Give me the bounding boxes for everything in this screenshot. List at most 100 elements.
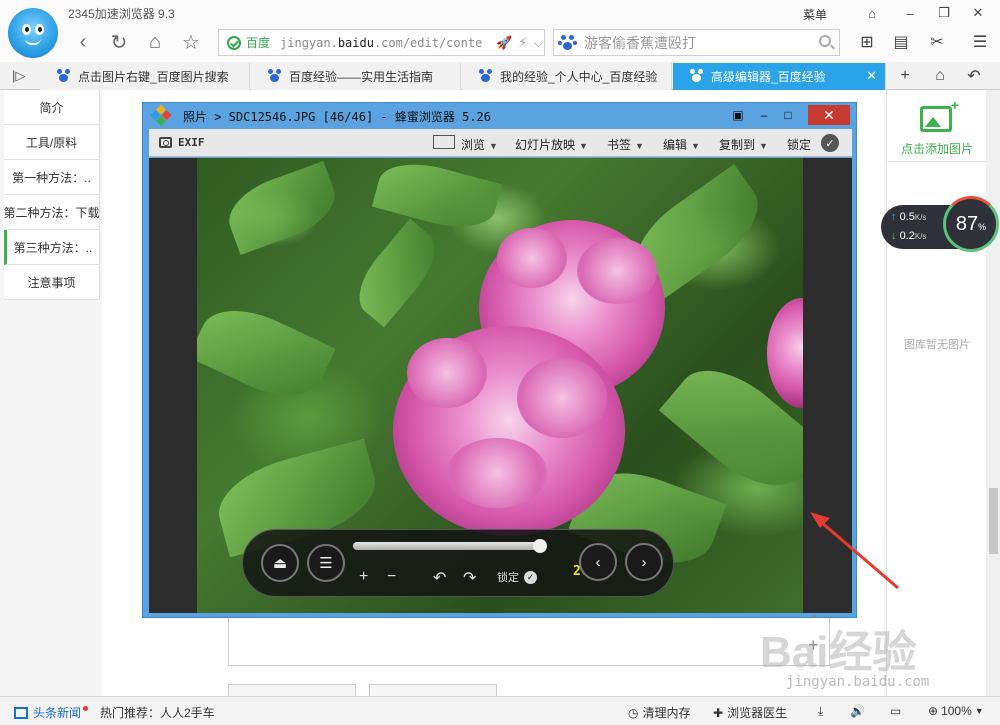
baidu-paw-icon — [56, 68, 72, 85]
apps-grid-icon[interactable]: ⊞ — [855, 30, 879, 54]
close-button[interactable]: ✕ — [966, 4, 990, 22]
viewer-minimize-button[interactable]: – — [753, 106, 775, 124]
minimize-button[interactable]: – — [898, 4, 922, 22]
address-site-label: 百度 — [246, 36, 271, 50]
memory-gauge[interactable]: 87% — [943, 196, 999, 252]
progress-knob[interactable] — [533, 539, 547, 553]
watermark-text: Bai经验 — [760, 628, 917, 677]
baidu-paw-icon — [478, 68, 494, 85]
viewer-close-button[interactable]: ✕ — [808, 105, 850, 125]
outline-item-tools[interactable]: 工具/原料 — [4, 125, 99, 160]
zoom-icon: ⊕ — [928, 704, 939, 718]
tab-baidu-jingyan[interactable]: 百度经验——实用生活指南 — [251, 63, 461, 90]
undo-close-icon[interactable]: ↶ — [962, 64, 986, 88]
lock-check-icon[interactable]: ✓ — [821, 134, 839, 152]
camera-icon — [159, 137, 172, 148]
refresh-icon[interactable]: ↻ — [106, 29, 132, 55]
baidu-paw-icon — [689, 68, 705, 85]
photo-viewer-window: 照片 > SDC12546.JPG [46/46] - 蜂蜜浏览器 5.26 ▣… — [142, 102, 857, 618]
baidu-jingyan-watermark: Bai经验 jingyan.baidu.com — [760, 614, 970, 696]
tab-my-jingyan[interactable]: 我的经验_个人中心_百度经验 — [462, 63, 672, 90]
new-tab-icon[interactable]: + — [893, 64, 917, 88]
search-box[interactable]: 游客偷香蕉遭殴打 — [553, 29, 840, 56]
step-editor-box[interactable] — [228, 610, 830, 666]
previous-image-icon[interactable]: ‹ — [579, 543, 617, 581]
rotate-left-icon[interactable]: ↶ — [433, 568, 446, 588]
home-icon[interactable]: ⌂ — [142, 29, 168, 55]
search-icon[interactable] — [819, 35, 831, 47]
address-dropdown-icon[interactable]: ⌵ — [533, 35, 543, 51]
headline-news-button[interactable]: 头条新闻 — [14, 704, 89, 721]
viewer-logo-icon — [150, 104, 173, 128]
settings-icon[interactable]: ☰ — [968, 30, 992, 54]
image-progress-slider[interactable] — [353, 539, 547, 553]
exif-button[interactable]: EXIF — [159, 136, 205, 149]
player-lock[interactable]: 锁定 ✓ — [497, 569, 537, 585]
tab-image-search[interactable]: 点击图片右键_百度图片搜索 — [40, 63, 250, 90]
outline-item-method-2[interactable]: 第二种方法：下载 — [4, 195, 99, 230]
news-badge — [83, 706, 89, 711]
baidu-paw-icon — [267, 68, 283, 85]
reader-icon[interactable]: ▤ — [889, 30, 913, 54]
zoom-in-icon[interactable]: + — [359, 568, 368, 586]
page-scrollbar[interactable] — [986, 90, 1000, 696]
browser-titlebar: 2345加速浏览器 9.3 ‹ ↻ ⌂ ☆ 百度 jingyan.baidu.c… — [0, 0, 1000, 62]
back-icon[interactable]: ‹ — [70, 29, 96, 55]
image-panel: 点击添加图片 图库暂无图片 — [886, 90, 987, 696]
download-speed: ↓ 0.2K/s — [891, 230, 927, 242]
tab-label: 点击图片右键_百度图片搜索 — [78, 70, 229, 84]
outline-item-notes[interactable]: 注意事项 — [4, 265, 99, 300]
viewer-titlebar[interactable]: 照片 > SDC12546.JPG [46/46] - 蜂蜜浏览器 5.26 ▣… — [143, 103, 856, 129]
tab-bar: |▷ 点击图片右键_百度图片搜索 百度经验——实用生活指南 我的经验_个人中心_… — [0, 62, 1000, 90]
tab-label: 我的经验_个人中心_百度经验 — [500, 70, 658, 84]
tab-label: 百度经验——实用生活指南 — [289, 70, 434, 84]
list-menu-icon[interactable]: ☰ — [307, 544, 345, 582]
zoom-control[interactable]: ⊕ 100% ▼ — [928, 704, 984, 718]
eject-icon[interactable]: ⏏ — [261, 544, 299, 582]
sidebar-toggle-icon[interactable]: |▷ — [12, 68, 25, 84]
viewer-toolbar: EXIF 浏览 ▼ 幻灯片放映 ▼ 书签 ▼ 编辑 ▼ 复制到 ▼ 锁定 ✓ — [149, 129, 852, 157]
outline-item-method-1[interactable]: 第一种方法：.. — [4, 160, 99, 195]
clean-memory-button[interactable]: ◷ 清理内存 — [628, 704, 691, 721]
address-bar[interactable]: 百度 jingyan.baidu.com/edit/conte 🚀 ⚡ ⌵ — [218, 29, 545, 56]
search-input[interactable]: 游客偷香蕉遭殴打 — [584, 33, 696, 53]
hot-recommend-link[interactable]: 热门推荐：人人2手车 — [100, 704, 215, 721]
progress-fill — [353, 542, 540, 550]
fit-window-icon[interactable] — [433, 135, 455, 149]
maximize-button[interactable]: ❐ — [932, 4, 956, 22]
download-icon[interactable]: ⤓ — [818, 704, 823, 719]
viewer-maximize-button[interactable]: □ — [777, 106, 799, 124]
extension-icon[interactable]: ⌂ — [928, 64, 952, 88]
address-url[interactable]: jingyan.baidu.com/edit/conte — [280, 36, 490, 50]
skin-icon[interactable]: ⌂ — [860, 4, 884, 22]
volume-icon[interactable]: 🔊 — [850, 704, 865, 718]
viewer-player-bar: ⏏ ☰ + − ↶ ↷ 锁定✓ 2? 36 ‹ › — [242, 529, 674, 597]
annotation-arrow — [810, 512, 899, 590]
outline-item-method-3[interactable]: 第三种方法：.. — [4, 230, 99, 265]
menu-lock[interactable]: 锁定 — [787, 136, 811, 153]
menu-edit[interactable]: 编辑 ▼ — [663, 136, 700, 153]
browser-doctor-button[interactable]: ✚ 浏览器医生 — [713, 704, 787, 721]
rocket-icon[interactable]: 🚀 — [496, 35, 512, 51]
lightning-icon[interactable]: ⚡ — [518, 35, 527, 51]
add-image-button[interactable]: 点击添加图片 — [887, 90, 987, 162]
menu-button[interactable]: 菜单 — [803, 6, 827, 23]
scrollbar-thumb[interactable] — [989, 488, 998, 554]
menu-slideshow[interactable]: 幻灯片放映 ▼ — [515, 136, 588, 153]
secure-shield-icon — [227, 35, 241, 50]
screen-icon[interactable]: ▭ — [890, 704, 901, 718]
menu-copy-to[interactable]: 复制到 ▼ — [719, 136, 768, 153]
next-image-icon[interactable]: › — [625, 543, 663, 581]
outline-item-intro[interactable]: 简介 — [4, 90, 99, 125]
favorite-star-icon[interactable]: ☆ — [178, 29, 204, 55]
watermark-url: jingyan.baidu.com — [786, 674, 930, 690]
menu-bookmark[interactable]: 书签 ▼ — [607, 136, 644, 153]
tab-advanced-editor[interactable]: 高级编辑器_百度经验 ✕ — [673, 63, 886, 90]
viewer-title: 照片 > SDC12546.JPG [46/46] - 蜂蜜浏览器 5.26 — [183, 109, 491, 124]
viewer-fullscreen-icon[interactable]: ▣ — [727, 106, 749, 124]
zoom-out-icon[interactable]: − — [387, 568, 396, 586]
rotate-right-icon[interactable]: ↷ — [463, 568, 476, 588]
scissors-icon[interactable]: ✂ — [925, 30, 949, 54]
tab-close-icon[interactable]: ✕ — [866, 68, 877, 84]
menu-browse[interactable]: 浏览 ▼ — [461, 136, 498, 153]
